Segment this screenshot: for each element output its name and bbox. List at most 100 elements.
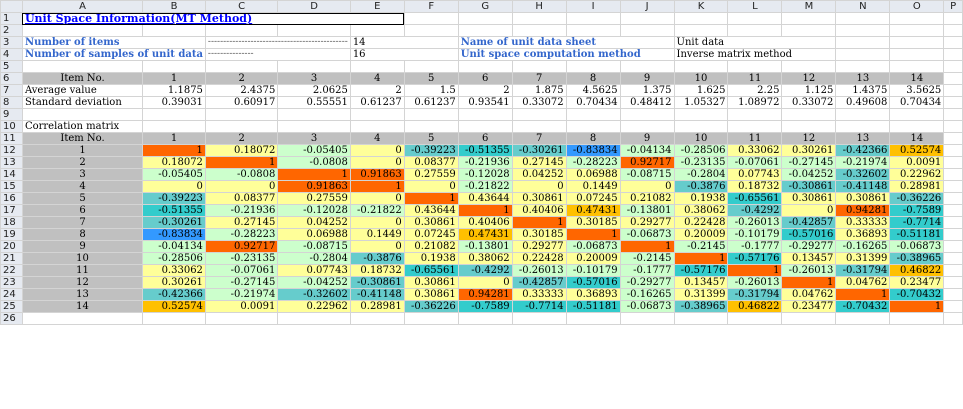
average-value[interactable]: 1.5 <box>403 84 459 97</box>
item-number[interactable]: 14 <box>889 72 945 85</box>
correlation-row-label[interactable]: 6 <box>21 204 144 217</box>
empty-cell[interactable] <box>204 312 279 325</box>
row-header-1[interactable]: 1 <box>0 12 23 25</box>
empty-cell[interactable] <box>835 120 891 133</box>
correlation-cell[interactable]: 0 <box>204 180 279 193</box>
correlation-cell[interactable]: -0.39223 <box>403 144 459 157</box>
row-header-19[interactable]: 19 <box>0 228 23 241</box>
correlation-cell[interactable]: -0.38965 <box>673 300 729 313</box>
correlation-cell[interactable]: -0.7589 <box>889 204 945 217</box>
empty-cell[interactable] <box>943 60 963 73</box>
correlation-cell[interactable]: 0 <box>349 192 405 205</box>
empty-cell[interactable] <box>889 108 945 121</box>
correlation-cell[interactable]: 0.91863 <box>349 168 405 181</box>
item-number[interactable]: 13 <box>835 72 891 85</box>
row-header-24[interactable]: 24 <box>0 288 23 301</box>
column-header-D[interactable]: D <box>277 0 351 13</box>
average-value[interactable]: 4.5625 <box>565 84 621 97</box>
empty-cell[interactable] <box>142 312 206 325</box>
num-samples-label[interactable]: Number of samples of unit data <box>21 48 206 61</box>
empty-cell[interactable] <box>565 24 621 37</box>
empty-cell[interactable] <box>457 120 513 133</box>
correlation-cell[interactable]: -0.06873 <box>619 228 675 241</box>
correlation-cell[interactable]: 1 <box>142 144 206 157</box>
column-header-H[interactable]: H <box>511 0 567 13</box>
empty-cell[interactable] <box>781 312 837 325</box>
row-header-16[interactable]: 16 <box>0 192 23 205</box>
correlation-cell[interactable]: -0.05405 <box>277 144 351 157</box>
correlation-cell[interactable]: -0.42366 <box>142 288 206 301</box>
correlation-row-label[interactable]: 7 <box>21 216 144 229</box>
correlation-column-number[interactable]: 6 <box>457 132 513 145</box>
correlation-cell[interactable]: 0.36893 <box>835 228 891 241</box>
correlation-cell[interactable]: 0.18732 <box>727 180 783 193</box>
empty-cell[interactable] <box>619 108 675 121</box>
empty-cell[interactable] <box>943 240 963 253</box>
correlation-row-label[interactable]: 12 <box>21 276 144 289</box>
correlation-cell[interactable]: -0.06873 <box>565 240 621 253</box>
correlation-cell[interactable]: 0.04762 <box>781 288 837 301</box>
correlation-cell[interactable]: 0.08377 <box>403 156 459 169</box>
correlation-cell[interactable]: 0.91863 <box>277 180 351 193</box>
empty-cell[interactable] <box>673 120 729 133</box>
correlation-cell[interactable]: 0.31399 <box>673 288 729 301</box>
correlation-cell[interactable]: 0.06988 <box>277 228 351 241</box>
correlation-cell[interactable]: 0.40406 <box>457 216 513 229</box>
row-header-6[interactable]: 6 <box>0 72 23 85</box>
correlation-cell[interactable]: 0.18072 <box>204 144 279 157</box>
row-header-4[interactable]: 4 <box>0 48 23 61</box>
correlation-cell[interactable]: 0 <box>142 180 206 193</box>
empty-cell[interactable] <box>403 312 459 325</box>
correlation-cell[interactable]: 1 <box>565 228 621 241</box>
correlation-cell[interactable]: -0.30261 <box>142 216 206 229</box>
correlation-cell[interactable]: 0.0091 <box>889 156 945 169</box>
correlation-cell[interactable]: -0.21936 <box>204 204 279 217</box>
correlation-cell[interactable]: -0.2804 <box>277 252 351 265</box>
correlation-column-number[interactable]: 2 <box>204 132 279 145</box>
empty-cell[interactable] <box>403 24 459 37</box>
empty-cell[interactable] <box>21 312 144 325</box>
correlation-row-label[interactable]: 8 <box>21 228 144 241</box>
correlation-cell[interactable]: 0.43644 <box>403 204 459 217</box>
correlation-cell[interactable]: 1 <box>781 276 837 289</box>
correlation-cell[interactable]: -0.30861 <box>781 180 837 193</box>
empty-cell[interactable] <box>943 216 963 229</box>
row-header-9[interactable]: 9 <box>0 108 23 121</box>
correlation-cell[interactable]: 1 <box>204 156 279 169</box>
correlation-cell[interactable]: 0.07743 <box>727 168 783 181</box>
empty-cell[interactable] <box>673 12 729 25</box>
correlation-cell[interactable]: 0.1449 <box>349 228 405 241</box>
correlation-cell[interactable]: -0.39223 <box>142 192 206 205</box>
correlation-cell[interactable]: 0.52574 <box>889 144 945 157</box>
item-number[interactable]: 4 <box>349 72 405 85</box>
correlation-cell[interactable]: 0.13457 <box>673 276 729 289</box>
correlation-cell[interactable]: -0.65561 <box>403 264 459 277</box>
empty-cell[interactable] <box>457 24 513 37</box>
empty-cell[interactable] <box>673 108 729 121</box>
empty-cell[interactable] <box>204 24 279 37</box>
empty-cell[interactable] <box>889 120 945 133</box>
empty-cell[interactable] <box>781 12 837 25</box>
correlation-cell[interactable]: 0.04762 <box>835 276 891 289</box>
correlation-cell[interactable]: -0.7714 <box>511 300 567 313</box>
item-number[interactable]: 1 <box>142 72 206 85</box>
correlation-cell[interactable]: -0.08715 <box>277 240 351 253</box>
empty-cell[interactable] <box>204 120 279 133</box>
empty-cell[interactable] <box>511 312 567 325</box>
column-header-A[interactable]: A <box>21 0 144 13</box>
correlation-column-number[interactable]: 9 <box>619 132 675 145</box>
empty-cell[interactable] <box>943 24 963 37</box>
column-header-J[interactable]: J <box>619 0 675 13</box>
correlation-cell[interactable]: -0.36226 <box>889 192 945 205</box>
correlation-cell[interactable]: -0.1777 <box>727 240 783 253</box>
correlation-cell[interactable]: -0.36226 <box>403 300 459 313</box>
correlation-cell[interactable]: 0.94281 <box>835 204 891 217</box>
stddev-value[interactable]: 0.39031 <box>142 96 206 109</box>
stddev-value[interactable]: 1.05327 <box>673 96 729 109</box>
correlation-cell[interactable]: 0.27559 <box>403 168 459 181</box>
correlation-cell[interactable]: 0.21082 <box>619 192 675 205</box>
correlation-cell[interactable]: -0.21822 <box>349 204 405 217</box>
correlation-row-label[interactable]: 2 <box>21 156 144 169</box>
average-value[interactable]: 1.875 <box>511 84 567 97</box>
stddev-value[interactable]: 0.61237 <box>403 96 459 109</box>
